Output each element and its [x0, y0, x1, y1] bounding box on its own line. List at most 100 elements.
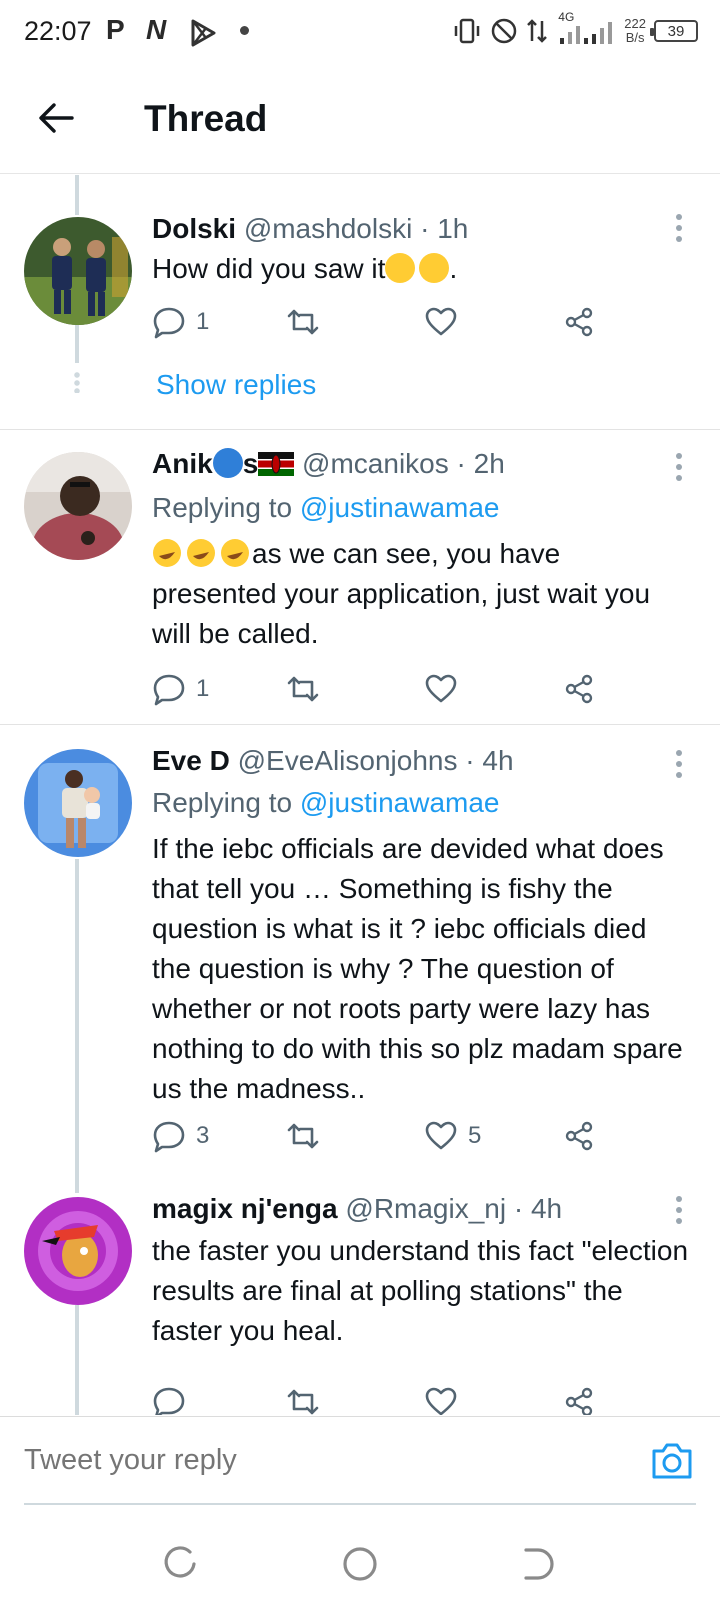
thread-feed[interactable]: Dolski @mashdolski · 1h How did you saw …: [0, 175, 720, 1415]
signal-4g-icon: 4G: [556, 10, 616, 46]
tweet-text: If the iebc officials are devided what d…: [152, 833, 683, 1104]
heart-icon: [425, 674, 457, 703]
status-bar: 22:07 P N 4G 222 B/s 39: [0, 0, 720, 68]
avatar[interactable]: [24, 1197, 132, 1305]
reply-button[interactable]: 3: [152, 1119, 209, 1153]
retweet-button[interactable]: [286, 1385, 320, 1415]
share-button[interactable]: [562, 1119, 596, 1153]
reply-icon: [153, 307, 185, 339]
reply-button[interactable]: [152, 1385, 186, 1415]
face-with-rolling-eyes-icon: [385, 253, 416, 283]
replying-to: Replying to @justinawamae: [152, 492, 500, 523]
timestamp: 4h: [482, 745, 514, 776]
heart-icon: [425, 1121, 457, 1150]
thread-line: [75, 1165, 79, 1193]
play-store-icon: [191, 19, 216, 47]
retweet-icon: [287, 676, 319, 702]
thread-line: [75, 1305, 79, 1415]
system-nav-bar: [0, 1508, 720, 1612]
vibrate-icon: [455, 18, 480, 44]
face-with-rolling-eyes-icon: [419, 253, 450, 283]
like-button[interactable]: 5: [424, 1119, 481, 1153]
separator: ·: [465, 745, 475, 776]
handle[interactable]: @mcanikos: [302, 448, 449, 479]
handle[interactable]: @mashdolski: [244, 213, 412, 244]
share-icon: [565, 1121, 593, 1151]
more-options-icon[interactable]: [674, 213, 684, 243]
retweet-button[interactable]: [286, 672, 330, 706]
display-name[interactable]: Eve D: [152, 745, 230, 776]
timestamp: 1h: [437, 213, 469, 244]
handle[interactable]: @EveAlisonjohns: [238, 745, 458, 776]
display-name[interactable]: Anik s: [152, 448, 295, 479]
back-nav-icon[interactable]: [520, 1544, 560, 1584]
camera-icon[interactable]: [650, 1441, 694, 1481]
reply-composer: [0, 1416, 720, 1508]
display-name[interactable]: Dolski: [152, 213, 236, 244]
handle[interactable]: @Rmagix_nj: [345, 1193, 506, 1224]
tweet-magix[interactable]: magix nj'enga @Rmagix_nj · 4h the faster…: [0, 1165, 720, 1415]
reply-count: 1: [196, 308, 210, 335]
arrow-left-icon[interactable]: [32, 94, 80, 142]
reply-button[interactable]: 1: [152, 305, 209, 339]
more-options-icon[interactable]: [674, 452, 684, 482]
mention-link[interactable]: @justinawamae: [300, 787, 500, 818]
avatar[interactable]: [24, 217, 132, 325]
thread-line: [75, 175, 79, 215]
more-options-icon[interactable]: [674, 749, 684, 779]
recent-apps-icon[interactable]: [160, 1544, 200, 1584]
show-replies-link[interactable]: Show replies: [156, 369, 316, 401]
separator: ·: [420, 213, 430, 244]
data-transfer-icon: [527, 19, 548, 43]
dot-icon: [240, 26, 249, 35]
retweet-button[interactable]: [286, 305, 330, 339]
thread-line: [75, 325, 79, 363]
p-icon: P: [106, 14, 125, 45]
battery-icon: 39: [650, 20, 698, 42]
reply-button[interactable]: 1: [152, 672, 209, 706]
tweet-anikos[interactable]: Anik s @mcanikos · 2h Replying to @justin…: [0, 430, 720, 724]
like-button[interactable]: [424, 1385, 458, 1415]
tweet-actions: 1: [152, 305, 622, 345]
mention-link[interactable]: @justinawamae: [300, 492, 500, 523]
retweet-icon: [287, 1389, 319, 1415]
rolling-laughing-icon: [153, 539, 249, 567]
do-not-disturb-icon: [492, 18, 517, 44]
share-button[interactable]: [562, 305, 596, 339]
tweet-eve-d[interactable]: Eve D @EveAlisonjohns · 4h Replying to @…: [0, 725, 720, 1165]
separator: ·: [456, 448, 466, 479]
thread-dots: [74, 371, 80, 393]
page-title: Thread: [144, 98, 268, 139]
reply-icon: [153, 1121, 185, 1153]
globe-icon: [212, 448, 243, 478]
like-button[interactable]: [424, 672, 468, 706]
like-count: 5: [468, 1122, 482, 1149]
tweet-dolski[interactable]: Dolski @mashdolski · 1h How did you saw …: [0, 175, 720, 429]
net-speed: 222 B/s: [624, 16, 646, 45]
more-options-icon[interactable]: [674, 1195, 684, 1225]
tweet-actions: 3 5: [152, 1119, 622, 1159]
like-button[interactable]: [424, 305, 468, 339]
tweet-header: Dolski @mashdolski · 1h: [152, 213, 468, 245]
retweet-icon: [287, 1123, 319, 1149]
home-icon[interactable]: [340, 1544, 380, 1584]
separator: ·: [513, 1193, 524, 1224]
tweet-text: How did you saw it.: [152, 253, 458, 284]
share-icon: [565, 1387, 593, 1415]
heart-icon: [425, 1387, 457, 1415]
tweet-reply-input[interactable]: [24, 1417, 696, 1505]
avatar[interactable]: [24, 452, 132, 560]
retweet-button[interactable]: [286, 1119, 330, 1153]
timestamp: 2h: [473, 448, 505, 479]
share-button[interactable]: [562, 1385, 596, 1415]
replying-to: Replying to @justinawamae: [152, 787, 500, 818]
tweet-header: magix nj'enga @Rmagix_nj · 4h: [152, 1193, 562, 1225]
reply-count: 3: [196, 1122, 210, 1149]
share-button[interactable]: [562, 672, 596, 706]
thread-line: [75, 859, 79, 1165]
share-icon: [565, 674, 593, 704]
status-right: 4G 222 B/s 39: [452, 10, 698, 46]
avatar[interactable]: [24, 749, 132, 857]
kenya-flag-icon: [258, 452, 295, 476]
display-name[interactable]: magix nj'enga: [152, 1193, 338, 1224]
